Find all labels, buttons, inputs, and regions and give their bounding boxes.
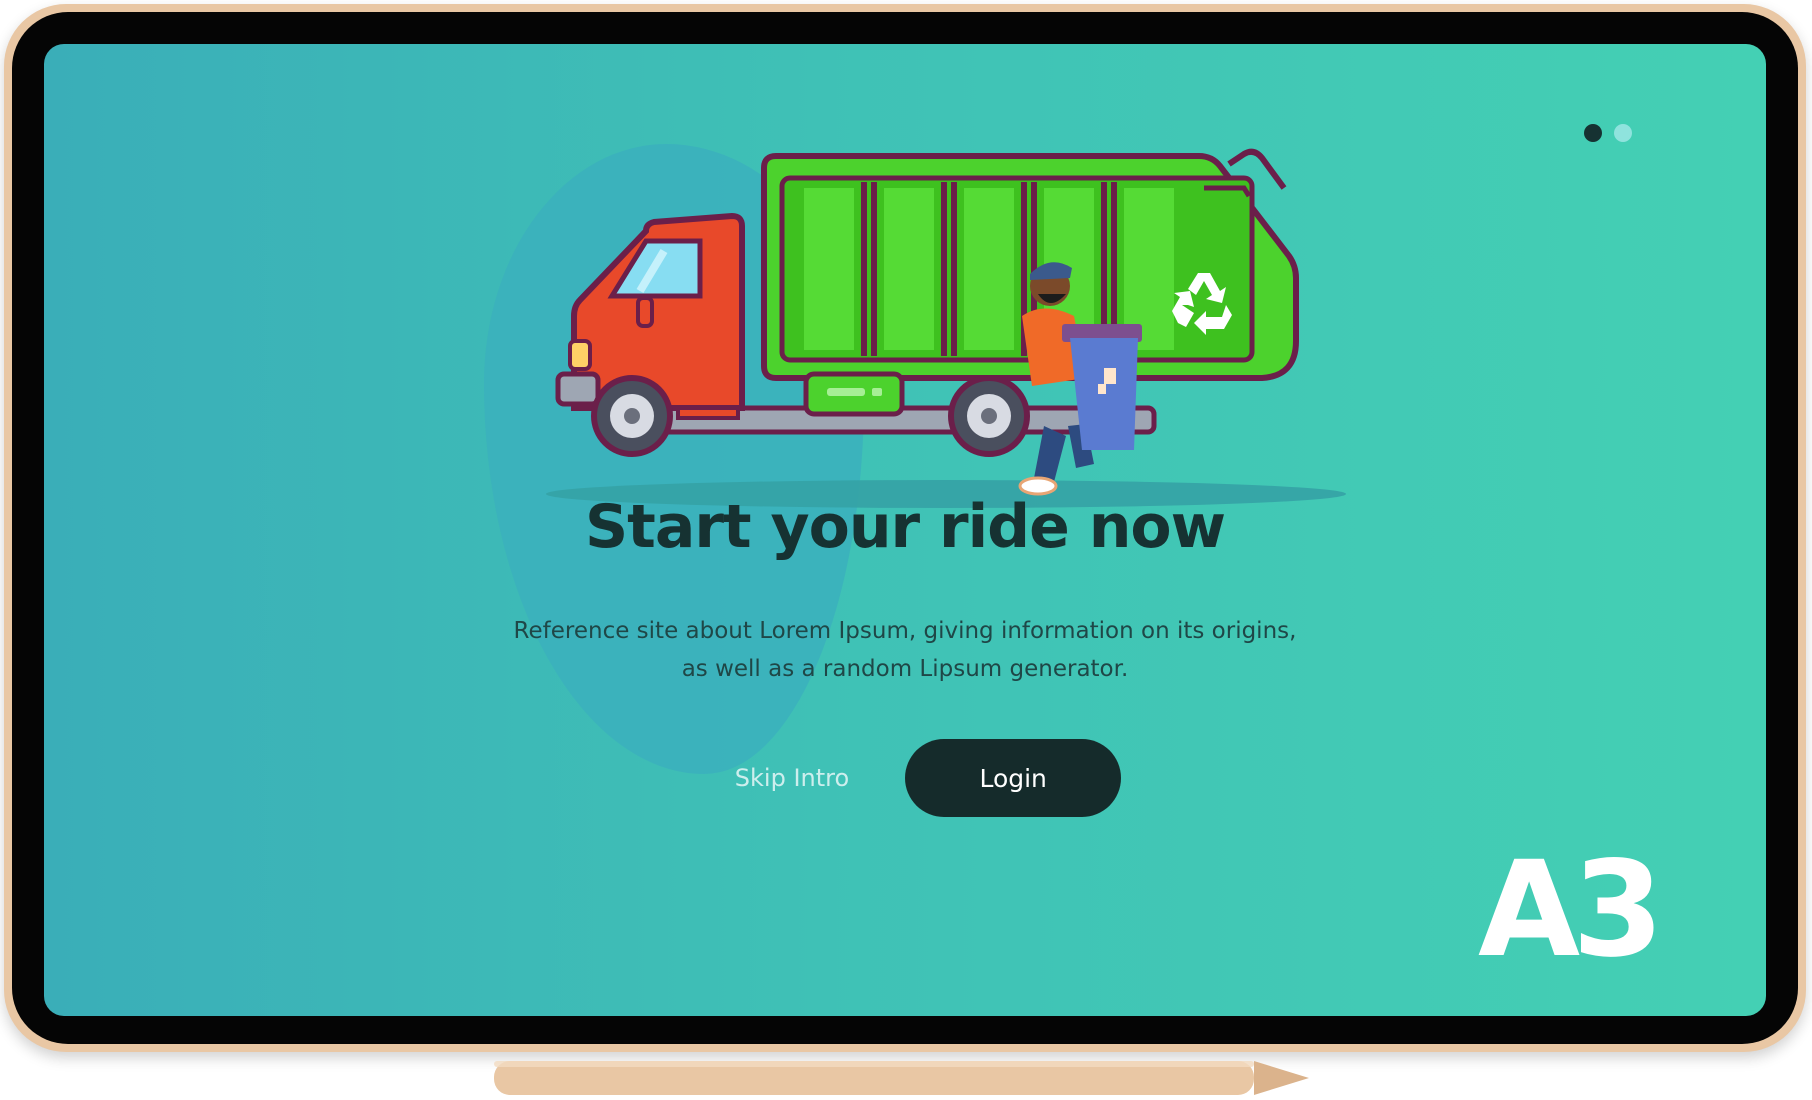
login-button[interactable]: Login bbox=[905, 739, 1122, 817]
app-mockup: Start your ride now Reference site about… bbox=[0, 0, 1812, 1100]
pagination-dot[interactable] bbox=[1614, 124, 1632, 142]
pagination-dot-active[interactable] bbox=[1584, 124, 1602, 142]
page-title: Start your ride now bbox=[584, 492, 1226, 562]
brand-logo: A3 bbox=[1477, 833, 1664, 987]
page-description: Reference site about Lorem Ipsum, giving… bbox=[44, 612, 1766, 688]
garbage-truck-illustration bbox=[546, 148, 1346, 508]
stylus-pencil bbox=[494, 1061, 1309, 1095]
pagination-dots bbox=[1584, 124, 1632, 142]
skip-intro-button[interactable]: Skip Intro bbox=[729, 763, 855, 793]
description-line-2: as well as a random Lipsum generator. bbox=[681, 656, 1129, 682]
wheel-rear bbox=[948, 375, 1030, 457]
onboarding-screen: Start your ride now Reference site about… bbox=[44, 44, 1766, 1016]
onboarding-actions: Skip Intro Login bbox=[44, 739, 1766, 817]
description-line-1: Reference site about Lorem Ipsum, giving… bbox=[513, 618, 1297, 644]
wheel-front bbox=[591, 375, 673, 457]
